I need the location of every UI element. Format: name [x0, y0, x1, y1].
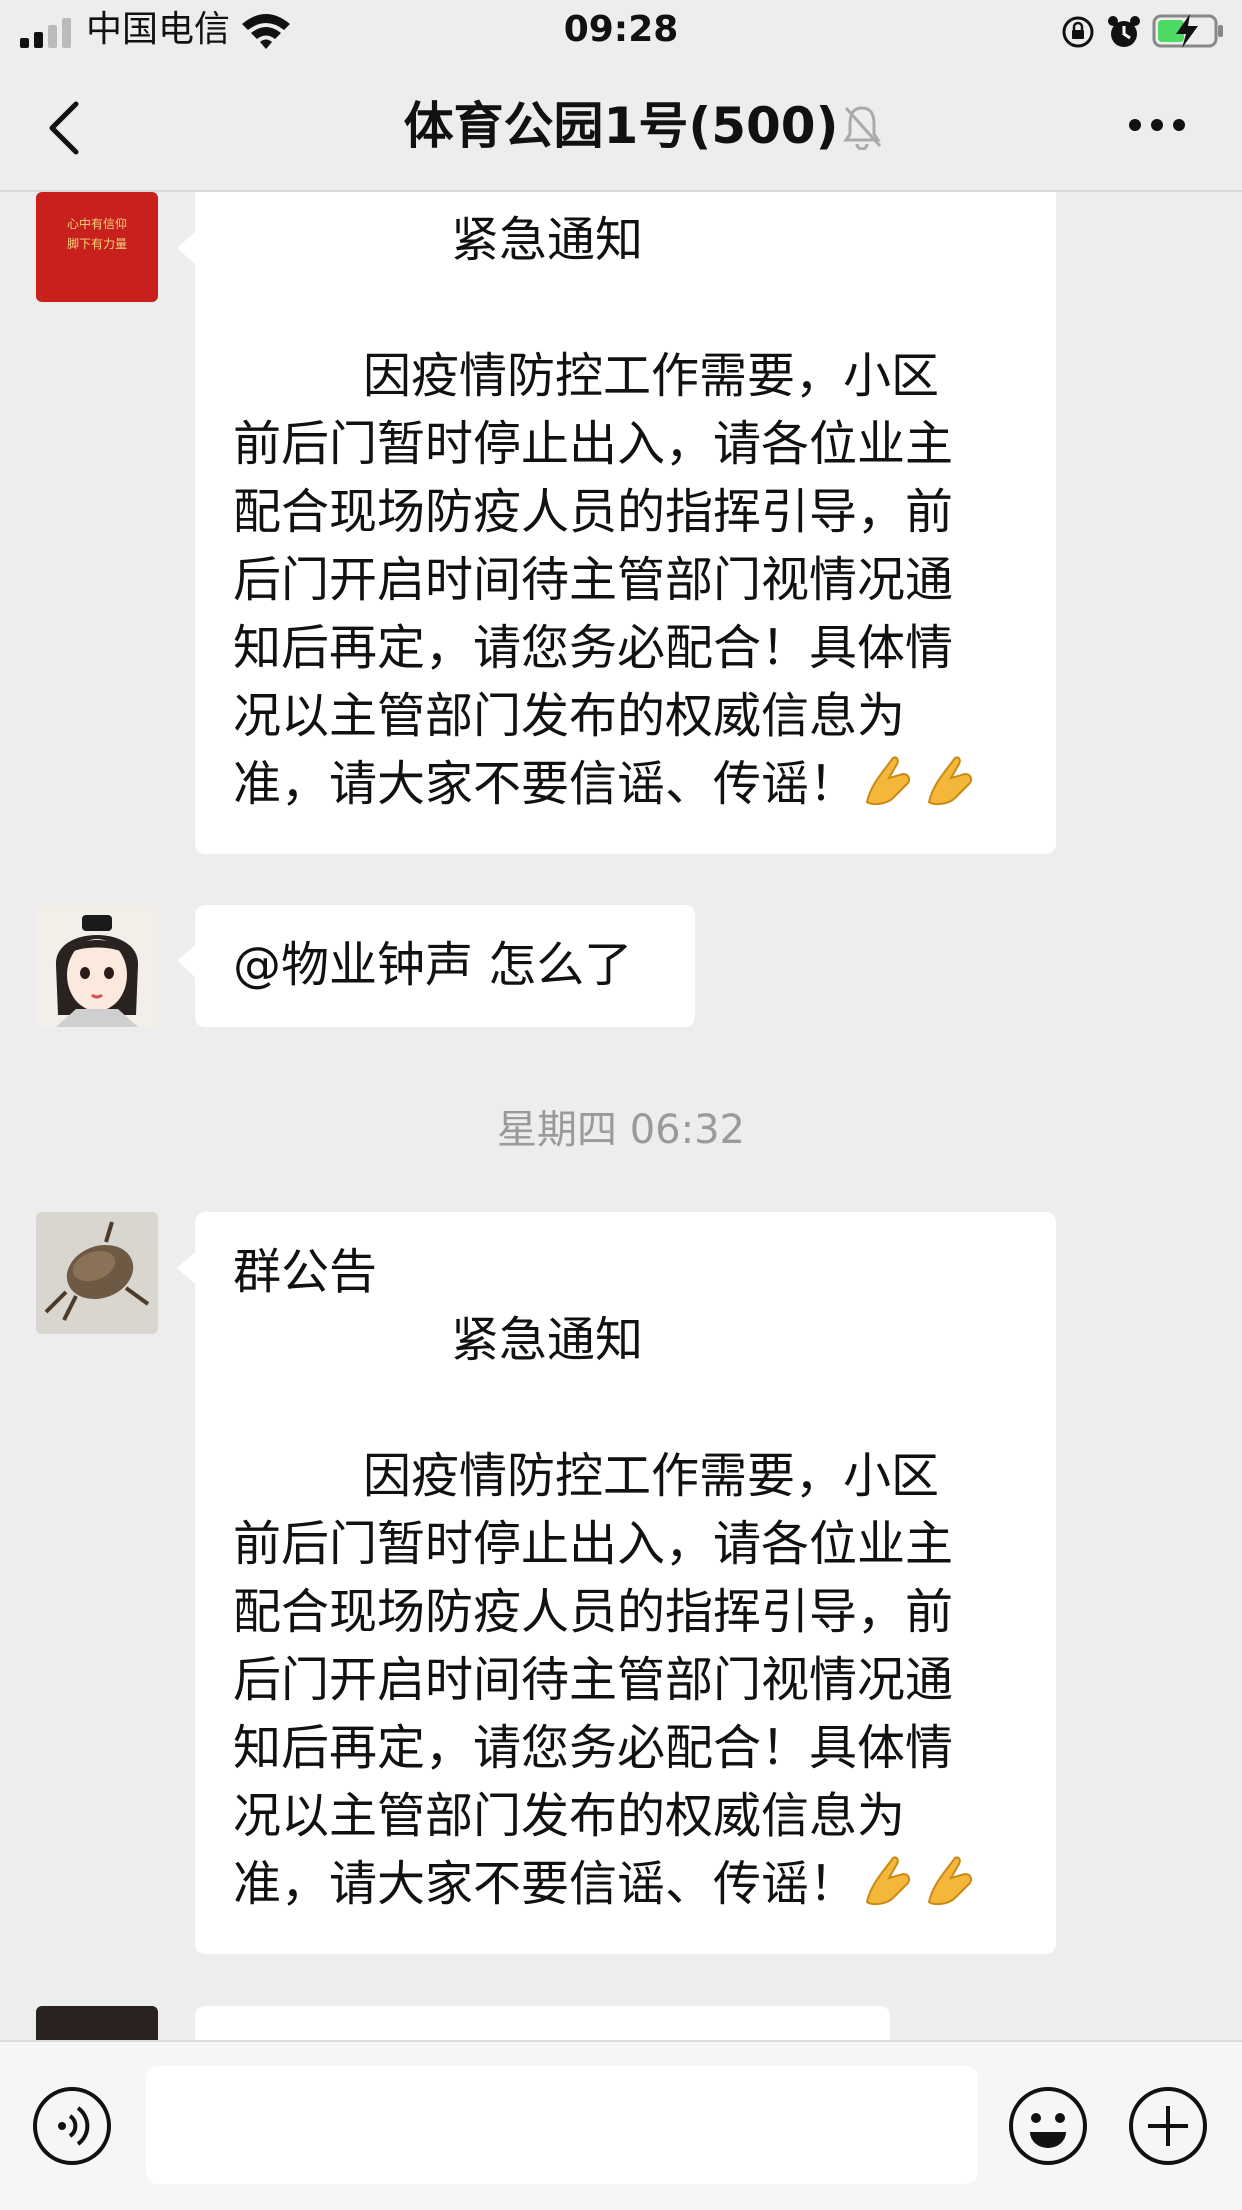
status-bar: 中国电信 09:28 — [0, 0, 1242, 62]
message-bubble[interactable]: @物业钟声 怎么了 — [177, 905, 695, 1027]
avatar-caption: 心中有信仰 脚下有力量 — [66, 217, 127, 251]
message-bubble[interactable]: 紧急通知 因疫情防控工作需要，小区 前后门暂时停止出入，请各位业主 配合现场防疫… — [177, 192, 1056, 854]
avatar[interactable] — [36, 1212, 158, 1334]
status-time: 09:28 — [563, 9, 679, 50]
notice-line: 因疫情防控工作需要，小区 — [363, 348, 940, 404]
praying-hands-emoji-icon — [927, 756, 973, 806]
more-icon[interactable] — [1128, 118, 1186, 132]
message-text: 紧急通知 因疫情防控工作需要，小区 前后门暂时停止出入，请各位业主 配合现场防疫… — [233, 206, 981, 818]
voice-input-icon[interactable] — [32, 2086, 112, 2166]
notice-line: 准，请大家不要信谣、传谣！ — [233, 750, 981, 818]
message-input[interactable] — [146, 2066, 978, 2184]
message-text: 群公告 紧急通知 因疫情防控工作需要，小区 前后门暂时停止出入，请各位业主 配合… — [233, 1238, 981, 1918]
notice-label: 群公告 — [233, 1244, 378, 1300]
notice-heading: 紧急通知 — [451, 212, 644, 268]
notice-line: 因疫情防控工作需要，小区 — [363, 1448, 940, 1504]
notice-line: 知后再定，请您务必配合！具体情 — [233, 1720, 954, 1776]
notice-line: 知后再定，请您务必配合！具体情 — [233, 620, 954, 676]
chat-title: 体育公园1号(500) — [403, 97, 839, 155]
notice-line: 后门开启时间待主管部门视情况通 — [233, 1652, 954, 1708]
emoji-icon[interactable] — [1008, 2086, 1088, 2166]
avatar[interactable]: 心中有信仰 脚下有力量 — [36, 192, 158, 302]
message-timestamp: 星期四 06:32 — [497, 1107, 745, 1153]
chat-header: 体育公园1号(500) — [0, 62, 1242, 192]
notice-line: 前后门暂时停止出入，请各位业主 — [233, 1516, 954, 1572]
message-bubble[interactable]: 群公告 紧急通知 因疫情防控工作需要，小区 前后门暂时停止出入，请各位业主 配合… — [177, 1212, 1056, 1954]
battery-charging-icon — [1152, 14, 1223, 48]
avatar[interactable] — [36, 905, 158, 1027]
praying-hands-emoji-icon — [865, 1856, 911, 1906]
praying-hands-emoji-icon — [865, 756, 911, 806]
message-bubble[interactable] — [177, 2006, 890, 2078]
avatar[interactable] — [36, 2006, 158, 2040]
notice-line: 况以主管部门发布的权威信息为 — [233, 1788, 906, 1844]
notice-line: 准，请大家不要信谣、传谣！ — [233, 1850, 981, 1918]
notice-line: 配合现场防疫人员的指挥引导，前 — [233, 484, 954, 540]
avatar-photo-icon — [36, 1212, 158, 1334]
plus-icon[interactable] — [1128, 2086, 1208, 2166]
praying-hands-emoji-icon — [927, 1856, 973, 1906]
message-text: @物业钟声 怎么了 — [233, 937, 633, 993]
alarm-icon — [1108, 16, 1140, 47]
notice-heading: 紧急通知 — [451, 1312, 644, 1368]
notice-line: 后门开启时间待主管部门视情况通 — [233, 552, 954, 608]
avatar-portrait-icon — [36, 905, 158, 1027]
mute-bell-icon — [843, 106, 882, 150]
chat-input-bar — [0, 2040, 1242, 2210]
notice-line: 前后门暂时停止出入，请各位业主 — [233, 416, 954, 472]
notice-line: 配合现场防疫人员的指挥引导，前 — [233, 1584, 954, 1640]
notice-line: 况以主管部门发布的权威信息为 — [233, 688, 906, 744]
rotation-lock-icon — [1062, 16, 1094, 48]
